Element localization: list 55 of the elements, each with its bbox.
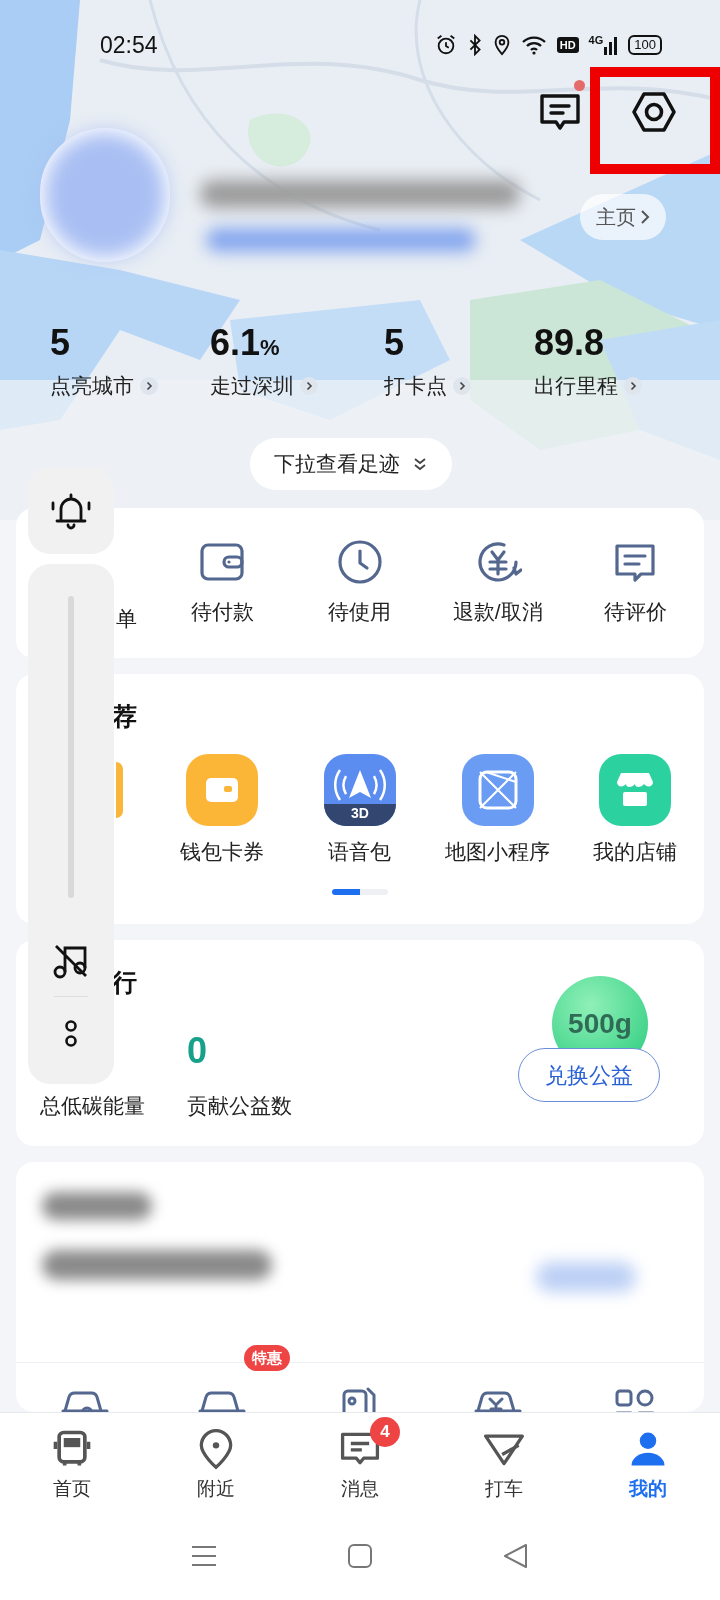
chevron-right-icon	[640, 209, 650, 225]
chevron-right-icon	[624, 376, 642, 395]
exchange-button[interactable]: 兑换公益	[518, 1048, 660, 1102]
tab[interactable]: 消息 4	[288, 1413, 432, 1512]
energy-amount: 500g	[568, 1007, 632, 1041]
order-shortcut[interactable]: 退款/取消	[428, 538, 567, 628]
stat-value: 0	[187, 1030, 208, 1072]
home-icon[interactable]	[347, 1543, 373, 1569]
settings-icon	[631, 89, 677, 135]
stat-unit: %	[260, 335, 280, 362]
chevron-right-icon	[453, 376, 471, 395]
more-button[interactable]	[64, 1019, 78, 1049]
home-button[interactable]: 主页	[580, 194, 666, 240]
order-shortcut[interactable]: 待使用	[291, 538, 429, 628]
hd-badge: HD	[556, 37, 579, 53]
stat-label: 贡献公益数	[187, 1093, 292, 1119]
alert-button[interactable]	[28, 468, 114, 554]
network-type: 4G	[588, 35, 604, 46]
tab[interactable]: 打车	[432, 1413, 576, 1512]
order-shortcut-label: 单	[116, 606, 137, 630]
promo-badge: 特惠	[243, 1345, 290, 1371]
back-icon[interactable]	[503, 1543, 529, 1569]
menu-icon[interactable]	[191, 1543, 217, 1569]
location-icon	[492, 34, 511, 56]
chevron-right-icon	[140, 376, 158, 395]
section-title: 荐	[111, 701, 138, 732]
wifi-icon	[520, 34, 547, 56]
more-icon	[64, 1019, 78, 1049]
order-shortcut[interactable]: 待付款	[153, 538, 292, 628]
stat-link[interactable]: 走过深圳	[210, 370, 384, 402]
tab[interactable]: 附近	[144, 1413, 288, 1512]
stat-link[interactable]: 点亮城市	[50, 370, 210, 402]
count-badge: 4	[370, 1417, 400, 1447]
signal-icon	[604, 35, 619, 55]
clock-icon	[336, 538, 384, 587]
double-chevron-down-icon	[412, 456, 428, 472]
section-title: 行	[112, 967, 137, 998]
stat-label: 总低碳能量	[40, 1093, 145, 1119]
battery-indicator: 100	[628, 35, 662, 55]
chevron-right-icon	[300, 376, 318, 395]
app-shortcut[interactable]: 我的店铺	[566, 753, 704, 867]
app-shortcut[interactable]: 钱包卡券	[153, 753, 292, 867]
stat-link[interactable]: 出行里程	[534, 370, 704, 402]
footprint-button[interactable]: 下拉查看足迹	[250, 438, 452, 490]
status-time: 02:54	[100, 30, 158, 60]
tab[interactable]: 首页	[0, 1413, 144, 1512]
stat-value: 6.1	[210, 322, 261, 364]
app-shortcut[interactable]: 地图小程序	[428, 753, 567, 867]
tab[interactable]: 我的	[576, 1413, 720, 1512]
order-shortcut[interactable]: 待评价	[566, 538, 704, 628]
stat-link[interactable]: 打卡点	[384, 370, 534, 402]
stat-value: 5	[384, 322, 405, 364]
stat-value: 89.8	[534, 322, 605, 364]
app-shortcut[interactable]: 3D 语音包	[291, 753, 429, 867]
stat-value: 5	[50, 322, 71, 364]
